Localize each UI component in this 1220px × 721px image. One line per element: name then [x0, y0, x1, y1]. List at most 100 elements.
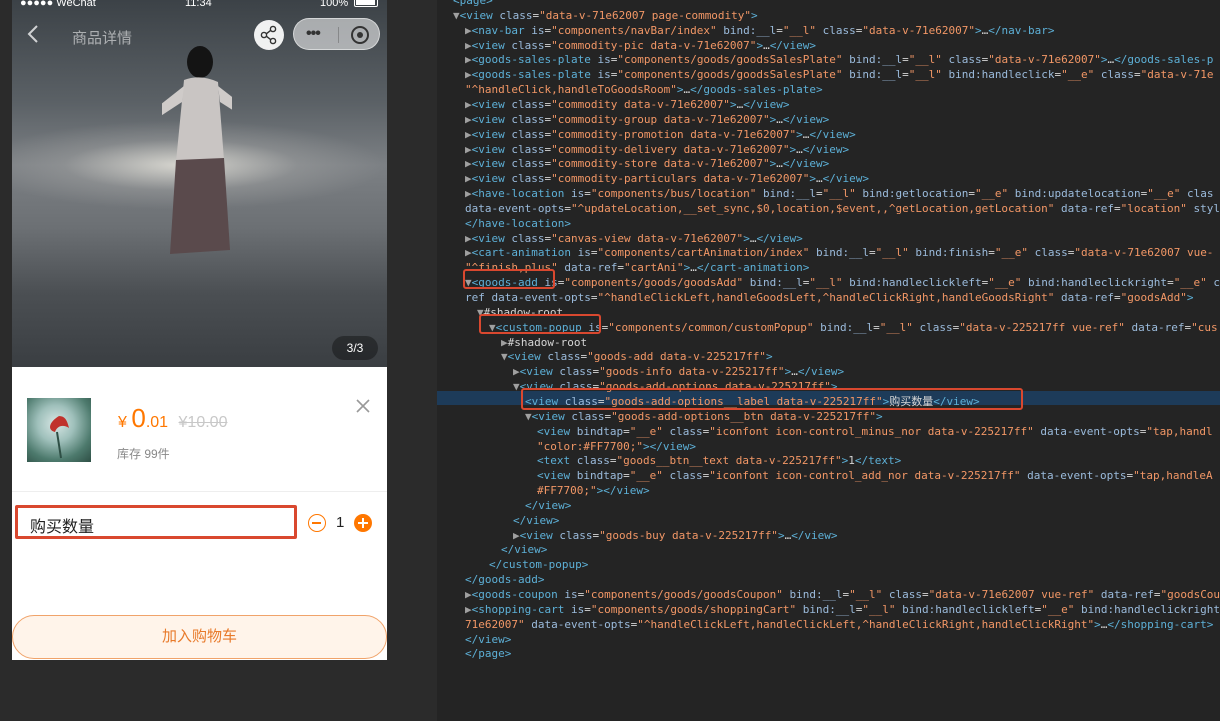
dom-node-line[interactable]: ▶<have-location is="components/bus/locat… [465, 187, 1213, 201]
expand-triangle-icon[interactable]: ▶ [465, 588, 472, 601]
dom-token: "^handleClickLeft,handleClickLeft,^handl… [637, 617, 1095, 631]
dom-node-line[interactable]: ▶<view class="commodity-particulars data… [465, 172, 869, 186]
dom-node-line[interactable]: ▶<view class="commodity-pic data-v-71e62… [465, 39, 816, 53]
dom-token: </view> [797, 365, 845, 379]
minus-icon[interactable] [308, 514, 326, 532]
dom-node-line[interactable]: ▶<goods-sales-plate is = "components/goods… [465, 68, 1213, 82]
dom-node-line[interactable]: </view> [525, 499, 571, 513]
expand-triangle-icon[interactable]: ▶ [465, 172, 472, 185]
expand-triangle-icon[interactable]: ▶ [465, 246, 472, 259]
dom-node-line[interactable]: </have-location> [465, 217, 571, 231]
collapse-triangle-icon[interactable]: ▼ [513, 380, 520, 393]
dom-node-line[interactable]: ▶<view class="goods-buy data-v-225217ff"… [513, 529, 838, 543]
expand-triangle-icon[interactable]: ▶ [513, 365, 520, 378]
dom-token: … [816, 172, 823, 186]
dom-token: "commodity-particulars data-v-71e62007" [551, 172, 810, 186]
dom-node-line[interactable]: </goods-add> [465, 573, 544, 587]
expand-triangle-icon[interactable]: ▶ [465, 113, 472, 126]
dom-node-line[interactable]: <page> [453, 0, 493, 8]
dom-token: class [511, 38, 545, 52]
dom-token: = [584, 187, 591, 201]
dom-node-line[interactable]: ▶<view class="canvas-view data-v-71e6200… [465, 232, 803, 246]
dom-token: bind:__l [813, 320, 874, 334]
dom-node-line[interactable]: ▶<view class="commodity-group data-v-71e… [465, 113, 829, 127]
dom-node-line[interactable]: ▼<view class="data-v-71e62007 page-commo… [453, 9, 758, 23]
dom-node-line[interactable]: ▶<cart-animation is = "components/cartAnim… [465, 246, 1213, 260]
dom-node-line[interactable]: ▼<view class="goods-add-options__btn dat… [525, 410, 883, 424]
expand-triangle-icon[interactable]: ▶ [465, 143, 472, 156]
dom-node-line[interactable]: data-event-opts="^updateLocation,__set_s… [465, 202, 1220, 216]
expand-triangle-icon[interactable]: ▶ [465, 39, 472, 52]
expand-triangle-icon[interactable]: ▶ [465, 68, 472, 81]
dom-token: class [511, 127, 545, 141]
dom-token: <page> [453, 0, 493, 7]
dom-token: "__e" [1061, 68, 1095, 82]
close-program-icon[interactable] [351, 26, 369, 44]
dom-node-line[interactable]: ▶<goods-sales-plate is = "components/goods… [465, 53, 1213, 67]
dom-token: </view> [802, 142, 850, 156]
dom-node-line[interactable]: 71e62007" data-event-opts="^handleClickL… [465, 618, 1213, 632]
dom-node-line[interactable]: ▶<view class="commodity data-v-71e62007"… [465, 98, 790, 112]
dom-node-line[interactable]: "^handleClick,handleToGoodsRoom">…</good… [465, 83, 823, 97]
expand-triangle-icon[interactable]: ▶ [465, 157, 472, 170]
collapse-triangle-icon[interactable]: ▼ [525, 410, 532, 423]
dom-node-line[interactable]: "color:#FF7700;"></view> [537, 440, 696, 454]
dom-token: class [1094, 68, 1134, 82]
collapse-triangle-icon[interactable]: ▼ [453, 9, 460, 22]
collapse-triangle-icon[interactable]: ▼ [501, 350, 508, 363]
dom-token: </cart-animation> [696, 261, 810, 275]
dom-token: </view> [756, 231, 803, 245]
plus-icon[interactable] [354, 514, 372, 532]
dom-node-line[interactable]: ▶<view class="goods-info data-v-225217ff… [513, 365, 844, 379]
product-photo[interactable]: 3/3 [12, 0, 387, 367]
add-to-cart-button[interactable]: 加入购物车 [12, 615, 387, 659]
dom-node-line[interactable]: </custom-popup> [489, 558, 588, 572]
dom-token: data-event-opts [484, 291, 591, 304]
dom-token: bind:__l [842, 68, 903, 82]
dom-node-line[interactable]: #FF7700;"></view> [537, 484, 650, 498]
dom-node-line[interactable]: </view> [501, 543, 547, 557]
dom-token: = [988, 246, 995, 260]
close-icon[interactable] [355, 398, 371, 414]
dom-node-line[interactable]: ▶<view class="commodity-store data-v-71e… [465, 157, 829, 171]
dom-token: = [902, 53, 909, 67]
expand-triangle-icon[interactable]: ▶ [465, 53, 472, 66]
expand-triangle-icon[interactable]: ▶ [465, 98, 472, 111]
dom-token: "components/goods/goodsSalesPlate" [617, 68, 843, 82]
dom-token: "__l" [879, 320, 913, 334]
dom-node-line[interactable]: <view bindtap="__e" class="iconfont icon… [537, 425, 1213, 439]
dom-token: "data-v-71e [1140, 68, 1214, 82]
dom-node-line[interactable]: <view bindtap="__e" class="iconfont icon… [537, 469, 1213, 483]
capsule-divider [338, 27, 339, 43]
price-decimal: .01 [145, 414, 169, 431]
expand-triangle-icon[interactable]: ▶ [465, 603, 472, 616]
dom-node-line[interactable]: ▶<shopping-cart is="components/goods/sho… [465, 603, 1220, 617]
expand-triangle-icon[interactable]: ▶ [501, 336, 508, 349]
dom-node-line[interactable]: ▶<nav-bar is = "components/navBar/index" b… [465, 24, 1055, 38]
dom-token: = [873, 320, 880, 334]
price-row: ¥ 0.01 ¥10.00 [118, 403, 227, 434]
dom-node-line[interactable]: </view> [465, 633, 511, 647]
dom-node-line[interactable]: ▼<goods-add is="components/goods/goodsAd… [465, 276, 1220, 290]
expand-triangle-icon[interactable]: ▶ [513, 529, 520, 542]
more-icon[interactable]: ••• [306, 25, 332, 43]
dom-node-line[interactable]: </page> [465, 647, 511, 661]
dom-token: class [499, 8, 533, 22]
dom-node-line[interactable]: <text class="goods__btn__text data-v-225… [537, 454, 901, 468]
dom-node-line[interactable]: ▶#shadow-root [501, 336, 587, 350]
expand-triangle-icon[interactable]: ▶ [465, 24, 472, 37]
dom-token: "components/navBar/index" [551, 23, 717, 37]
dom-node-line[interactable]: </view> [513, 514, 559, 528]
dom-token: "__l" [862, 602, 896, 616]
share-button[interactable] [254, 20, 284, 50]
dom-token: class [511, 97, 545, 111]
dom-node-line[interactable]: ▶<view class="commodity-promotion data-v… [465, 128, 856, 142]
expand-triangle-icon[interactable]: ▶ [465, 187, 472, 200]
dom-node-line[interactable]: ref data-event-opts = "^handleClickLeft,ha… [465, 291, 1194, 305]
expand-triangle-icon[interactable]: ▶ [465, 128, 472, 141]
dom-node-line[interactable]: ▶<view class="commodity-delivery data-v-… [465, 143, 849, 157]
dom-node-line[interactable]: ▶<goods-coupon is = "components/goods/good… [465, 588, 1220, 602]
expand-triangle-icon[interactable]: ▶ [465, 232, 472, 245]
back-arrow-icon[interactable] [26, 25, 40, 43]
dom-node-line[interactable]: ▼<view class="goods-add data-v-225217ff"… [501, 350, 773, 364]
